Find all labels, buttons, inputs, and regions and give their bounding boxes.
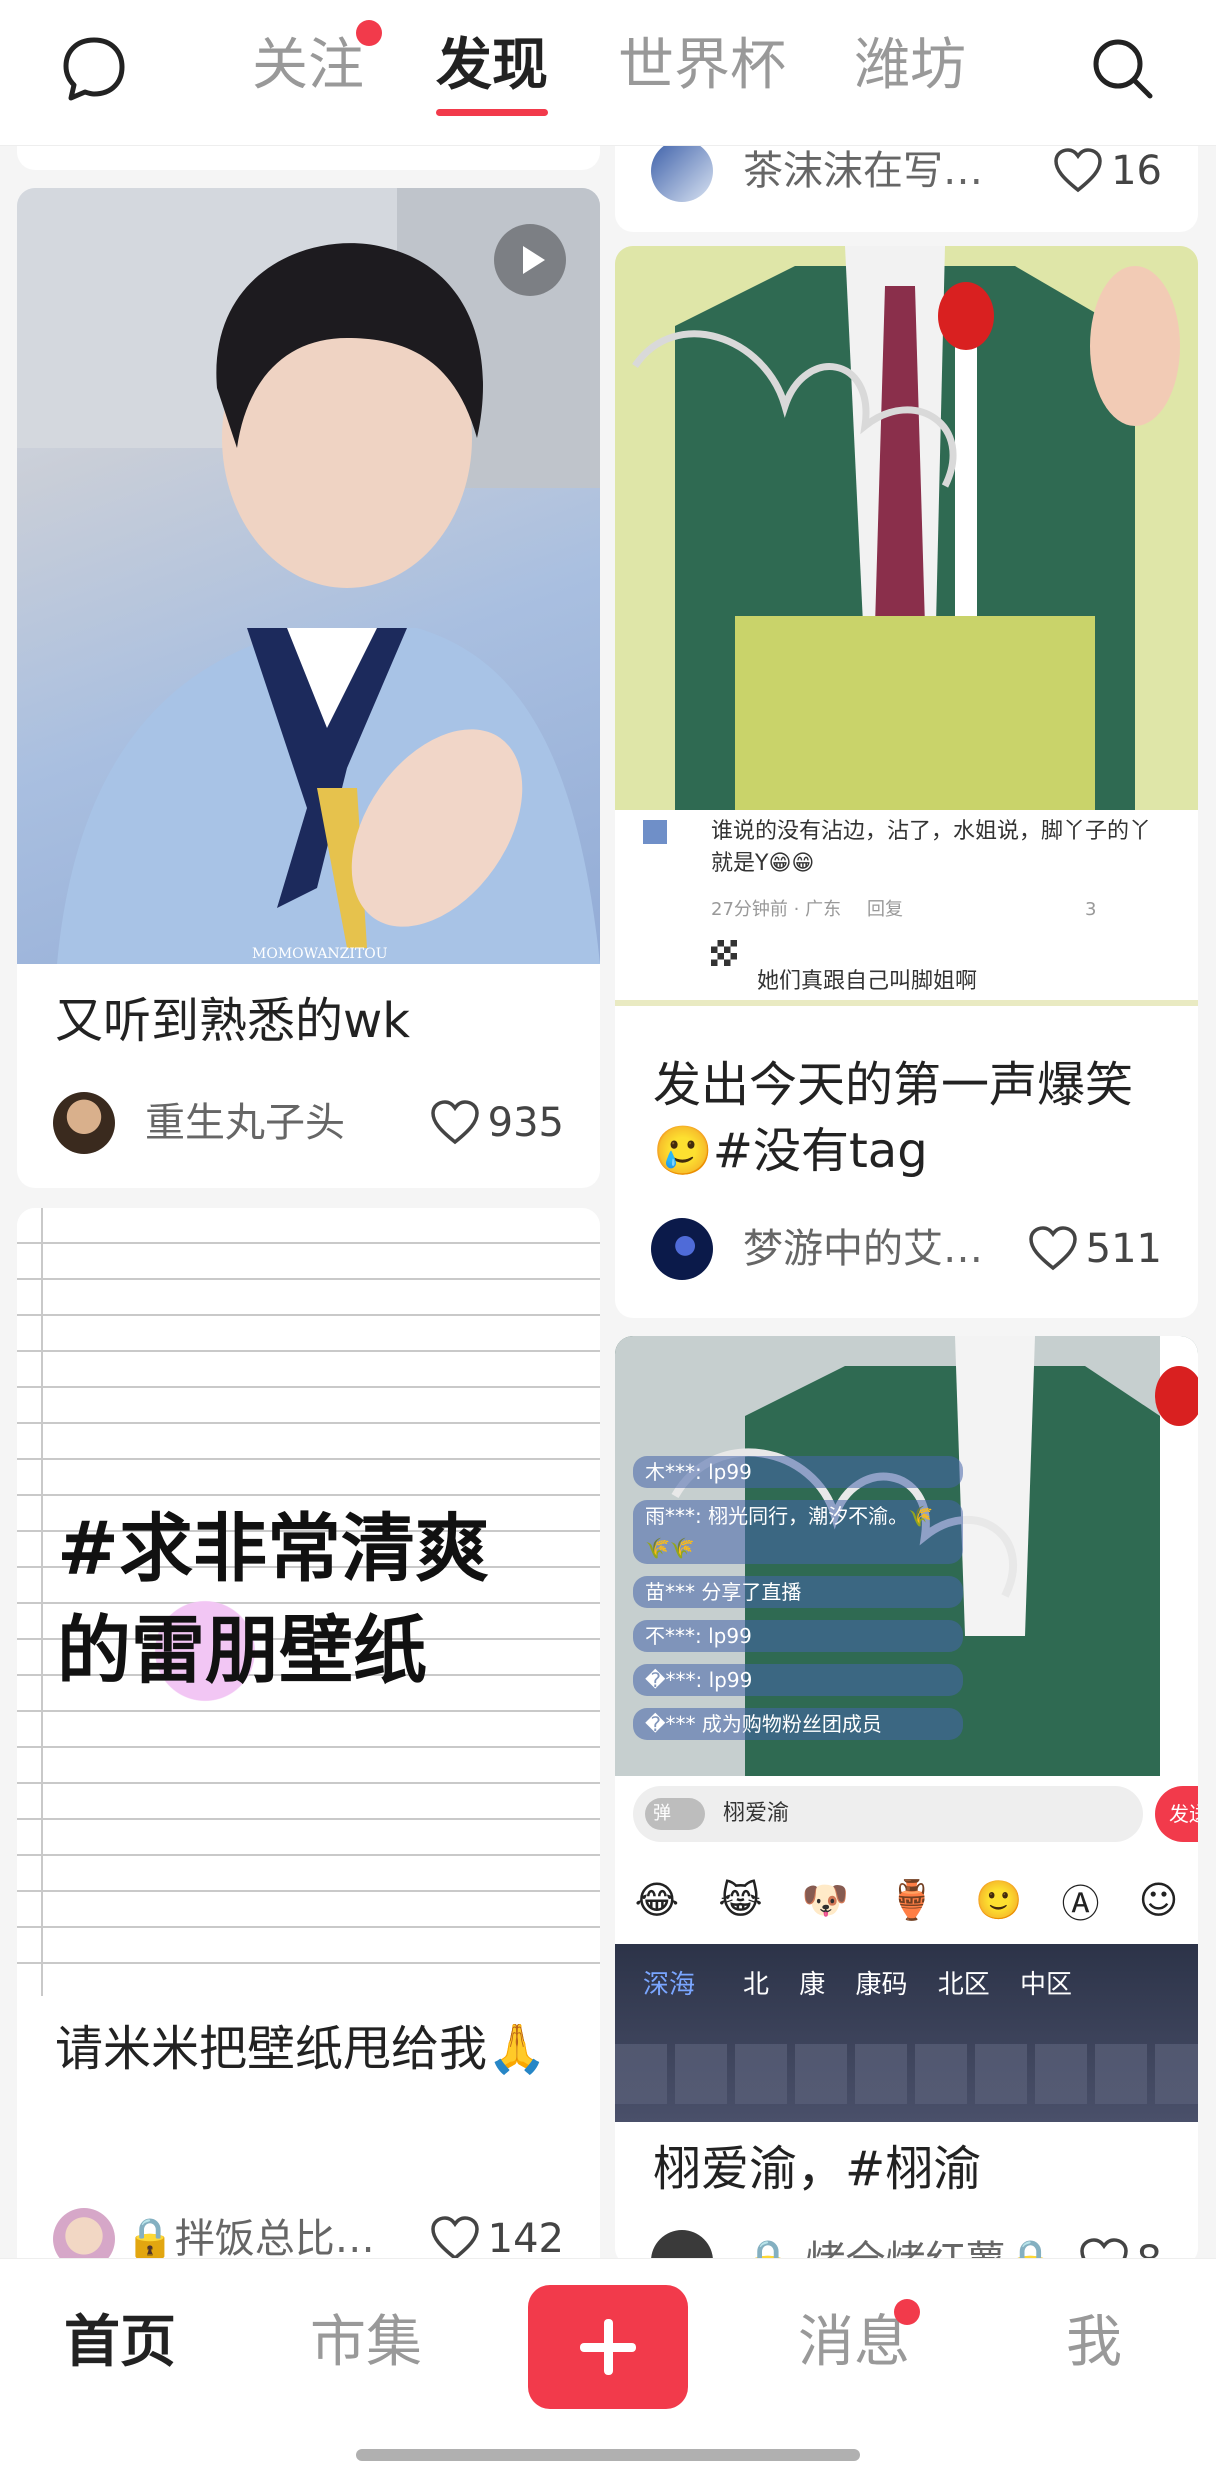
post-image: 木***: lp99 雨***: 栩光同行，潮汐不渝。🌾🌾🌾 苗*** 分享了直… — [615, 1336, 1198, 2122]
tab-world-cup[interactable]: 世界杯 — [618, 34, 786, 98]
gourd-emoji-icon[interactable]: 🏺 — [888, 1878, 935, 1923]
tab-following[interactable]: 关注 — [252, 20, 382, 98]
post-title: 发出今天的第一声爆笑🥲#没有tag — [653, 1057, 1134, 1179]
like-button[interactable]: 511 — [1028, 1218, 1162, 1280]
avatar[interactable] — [651, 1218, 713, 1280]
feed-card[interactable]: MOMOWANZITOU 又听到熟悉的wk 重生丸子头 935 — [17, 188, 600, 1188]
danmaku-input[interactable]: 弹 栩爱渝 — [633, 1786, 1143, 1842]
margin-line — [41, 1208, 43, 1996]
chat-message: 雨***: 栩光同行，潮汐不渝。🌾🌾🌾 — [633, 1500, 963, 1564]
feed-card[interactable]: 木***: lp99 雨***: 栩光同行，潮汐不渝。🌾🌾🌾 苗*** 分享了直… — [615, 1336, 1198, 2266]
nav-label: 消息 — [798, 2310, 910, 2375]
image-text-line: #求非常清爽 — [57, 1506, 490, 1592]
heart-icon — [1028, 1226, 1077, 1271]
portrait-illustration: MOMOWANZITOU — [17, 188, 600, 964]
emoji-row: 😂 😹 🐶 🏺 🙂 Ⓐ ☺ — [615, 1854, 1198, 1946]
chat-message: �***: lp99 — [633, 1664, 963, 1696]
heart-icon — [430, 2216, 479, 2261]
send-button[interactable]: 发送 — [1155, 1786, 1198, 1842]
post-meta: 茶沫沫在写… 16 — [615, 146, 1198, 226]
post-image: 谁说的没有沾边，沾了，水姐说，脚丫子的丫就是Y😁😁 27分钟前 · 广东 回复 … — [615, 246, 1198, 1006]
comment-screenshot: 谁说的没有沾边，沾了，水姐说，脚丫子的丫就是Y😁😁 27分钟前 · 广东 回复 … — [615, 810, 1198, 1000]
reply-avatar — [711, 940, 737, 966]
laugh-emoji-icon[interactable]: 😂 — [635, 1878, 679, 1922]
image-text-highlight: 雷朋 — [131, 1600, 279, 1702]
like-button[interactable]: 935 — [430, 1092, 564, 1154]
like-count: 16 — [1111, 148, 1162, 194]
like-count: 511 — [1085, 1226, 1162, 1272]
comment-reply: 回复 — [867, 899, 903, 920]
post-meta: 梦游中的艾… 511 — [615, 1218, 1198, 1298]
post-meta: 重生丸子头 935 — [17, 1092, 600, 1172]
keyboard-keys — [615, 2044, 1198, 2104]
avatar[interactable] — [53, 1092, 115, 1154]
image-watermark: MOMOWANZITOU — [252, 946, 388, 962]
notification-badge — [894, 2299, 920, 2325]
danmaku-input-bar: 弹 栩爱渝 发送 — [615, 1776, 1198, 1854]
nav-market[interactable]: 市集 — [310, 2311, 422, 2375]
like-button[interactable]: 16 — [1053, 146, 1162, 202]
font-style-icon[interactable]: Ⓐ — [1062, 1873, 1100, 1928]
chat-message: 木***: lp99 — [633, 1456, 963, 1488]
bottom-navigation-bar: 首页 市集 消息 我 — [0, 2258, 1216, 2484]
feed-card[interactable]: 谁说的没有沾边，沾了，水姐说，脚丫子的丫就是Y😁😁 27分钟前 · 广东 回复 … — [615, 246, 1198, 1318]
comment-likes: 3 — [1085, 899, 1097, 920]
author-name[interactable]: 梦游中的艾… — [743, 1218, 983, 1280]
plus-icon[interactable] — [528, 2285, 688, 2409]
cat-emoji-icon[interactable]: 😹 — [718, 1878, 762, 1922]
photo-illustration — [615, 246, 1198, 810]
tab-label: 潍坊 — [854, 33, 966, 98]
tab-label: 世界杯 — [618, 33, 786, 98]
post-title: 栩爱渝，#栩渝 — [653, 2141, 982, 2197]
feed-card-partial[interactable] — [17, 146, 600, 170]
keyboard-screenshot: 深海 北 康 康码 北区 中区 — [615, 1944, 1198, 2122]
image-text-line: 的雷朋壁纸 — [57, 1600, 489, 1702]
feed-tabs: 关注 发现 世界杯 潍坊 — [0, 0, 1216, 146]
feed-card-partial[interactable]: 茶沫沫在写… 16 — [615, 146, 1198, 232]
comment-text: 谁说的没有沾边，沾了，水姐说，脚丫子的丫就是Y😁😁 — [711, 819, 1152, 876]
post-title: 又听到熟悉的wk — [55, 993, 411, 1049]
tab-label: 关注 — [252, 33, 364, 98]
comment-avatar — [643, 820, 667, 844]
like-count: 935 — [487, 1100, 564, 1146]
tab-label: 发现 — [436, 33, 548, 98]
notification-badge — [356, 20, 382, 46]
author-name[interactable]: 茶沫沫在写… — [743, 146, 983, 202]
chat-message: �*** 成为购物粉丝团成员 — [633, 1708, 963, 1740]
tab-discover[interactable]: 发现 — [436, 33, 548, 116]
nav-me[interactable]: 我 — [1066, 2311, 1122, 2375]
comment-time: 27分钟前 · 广东 — [711, 899, 842, 920]
chat-message: 不***: lp99 — [633, 1620, 963, 1652]
image-text: #求非常清爽 的雷朋壁纸 — [57, 1498, 489, 1702]
post-title: 请米米把壁纸甩给我🙏 — [55, 2021, 547, 2077]
home-indicator — [356, 2449, 860, 2461]
video-play-icon — [494, 224, 566, 296]
feed-card[interactable]: #求非常清爽 的雷朋壁纸 请米米把壁纸甩给我🙏 🔒拌饭总比… 142 — [17, 1208, 600, 2308]
smile-icon[interactable]: ☺ — [1139, 1878, 1179, 1922]
heart-icon — [1054, 148, 1102, 193]
nav-messages[interactable]: 消息 — [798, 2311, 910, 2375]
active-tab-indicator — [436, 109, 548, 116]
keyboard-candidates: 北 康 康码 北区 中区 — [743, 1970, 1073, 2000]
danmaku-toggle[interactable]: 弹 — [645, 1798, 705, 1830]
nav-home[interactable]: 首页 — [64, 2311, 176, 2375]
image-text-fragment: 壁纸 — [279, 1608, 427, 1694]
post-image: #求非常清爽 的雷朋壁纸 — [17, 1208, 600, 1996]
top-navigation-bar: 关注 发现 世界杯 潍坊 — [0, 0, 1216, 146]
keyboard-prefix: 深海 — [643, 1970, 696, 2000]
dog-emoji-icon[interactable]: 🐶 — [802, 1878, 849, 1923]
chat-message: 苗*** 分享了直播 — [633, 1576, 963, 1608]
tab-weifang[interactable]: 潍坊 — [854, 34, 966, 98]
search-icon[interactable] — [1088, 34, 1156, 102]
post-image: MOMOWANZITOU — [17, 188, 600, 964]
live-chat: 木***: lp99 雨***: 栩光同行，潮汐不渝。🌾🌾🌾 苗*** 分享了直… — [633, 1456, 963, 1740]
image-text-fragment: 的 — [57, 1608, 131, 1694]
author-name[interactable]: 重生丸子头 — [145, 1092, 345, 1154]
input-value: 栩爱渝 — [723, 1801, 790, 1826]
heart-icon — [430, 1100, 479, 1145]
reply-text: 她们真跟自己叫脚姐啊 — [757, 969, 978, 994]
emoji-face-icon[interactable]: 🙂 — [975, 1878, 1022, 1923]
avatar[interactable] — [651, 146, 713, 202]
